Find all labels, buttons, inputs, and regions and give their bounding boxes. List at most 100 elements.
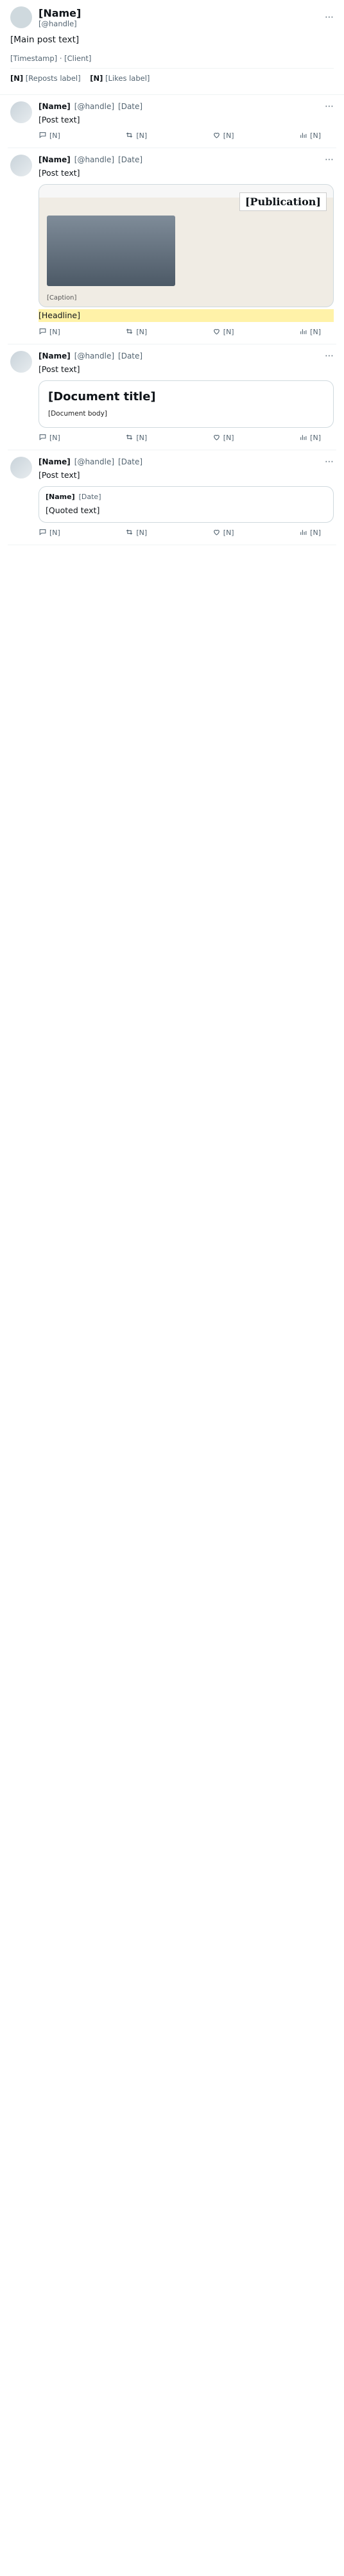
reply-meta: [Name] [@handle] [Date] ⋯ [39, 457, 334, 467]
post-date[interactable]: [Date] [118, 457, 142, 466]
like-label[interactable]: [Likes label] [105, 74, 150, 83]
reply-icon [39, 327, 47, 337]
reply-count: [N] [49, 131, 60, 140]
main-post-stats: [N] [Reposts label] [N] [Likes label] [10, 67, 334, 88]
main-post-header: [Name] [@handle] ⋯ [10, 6, 334, 28]
like-count: [N] [223, 328, 234, 337]
reply-body: [Name] [@handle] [Date] ⋯ [Post text] [Docume… [39, 351, 334, 443]
action-bar: [N] [N] [N] [N] [39, 528, 321, 538]
news-screenshot[interactable]: [Publication] [Caption] [39, 184, 334, 308]
document-image[interactable]: [Document title] [Document body] [39, 380, 334, 428]
views-button[interactable]: [N] [299, 327, 321, 337]
like-button[interactable]: [N] [212, 131, 234, 141]
repost-count[interactable]: [N] [10, 74, 23, 83]
like-button[interactable]: [N] [212, 433, 234, 443]
reply-count: [N] [49, 529, 60, 538]
reply-body: [Name] [@handle] [Date] ⋯ [Post text] [Public… [39, 155, 334, 337]
reply-button[interactable]: [N] [39, 528, 60, 538]
heart-icon [212, 528, 221, 538]
author-name[interactable]: [Name] [39, 457, 71, 466]
more-icon[interactable]: ⋯ [325, 101, 334, 112]
repost-icon [125, 433, 133, 443]
reply-count: [N] [49, 328, 60, 337]
author-handle[interactable]: [@handle] [39, 19, 81, 28]
author-handle[interactable]: [@handle] [74, 102, 114, 111]
repost-icon [125, 528, 133, 538]
repost-button[interactable]: [N] [125, 433, 147, 443]
reply-button[interactable]: [N] [39, 131, 60, 141]
action-bar: [N] [N] [N] [N] [39, 131, 321, 141]
author-handle[interactable]: [@handle] [74, 352, 114, 360]
repost-count: [N] [136, 529, 148, 538]
main-post[interactable]: [Name] [@handle] ⋯ [Main post text] [Tim… [0, 0, 344, 95]
repost-count: [N] [136, 131, 148, 140]
reply-post[interactable]: [Name] [@handle] [Date] ⋯ [Post text] [N] [N][… [8, 95, 336, 148]
views-icon [299, 131, 307, 141]
reply-post[interactable]: [Name] [@handle] [Date] ⋯ [Post text] [Name][… [8, 450, 336, 545]
document-title: [Document title] [48, 390, 156, 404]
reply-meta: [Name] [@handle] [Date] ⋯ [39, 155, 334, 165]
reply-text: [Post text] [39, 364, 80, 374]
avatar[interactable] [10, 101, 32, 123]
like-button[interactable]: [N] [212, 528, 234, 538]
author-name[interactable]: [Name] [39, 352, 71, 360]
more-icon[interactable]: ⋯ [325, 351, 334, 361]
news-photo [47, 216, 175, 287]
repost-count: [N] [136, 328, 148, 337]
news-caption: [Caption] [47, 294, 77, 302]
views-icon [299, 528, 307, 538]
repost-count: [N] [136, 434, 148, 443]
reply-post[interactable]: [Name] [@handle] [Date] ⋯ [Post text] [Docume… [8, 344, 336, 450]
repost-label[interactable]: [Reposts label] [26, 74, 81, 83]
avatar[interactable] [10, 456, 32, 479]
post-date[interactable]: [Date] [118, 352, 142, 360]
more-icon[interactable]: ⋯ [325, 457, 334, 467]
repost-button[interactable]: [N] [125, 131, 147, 141]
news-logo: [Publication] [239, 192, 327, 212]
post-date[interactable]: [Date] [118, 155, 142, 164]
views-button[interactable]: [N] [299, 528, 321, 538]
avatar[interactable] [10, 6, 32, 28]
reply-button[interactable]: [N] [39, 433, 60, 443]
author-name[interactable]: [Name] [39, 7, 81, 19]
reply-meta: [Name] [@handle] [Date] ⋯ [39, 351, 334, 361]
quoted-post[interactable]: [Name] [Date] [Quoted text] [39, 486, 334, 523]
author-handle[interactable]: [@handle] [74, 155, 114, 164]
avatar[interactable] [10, 154, 32, 176]
views-count: [N] [310, 529, 321, 538]
views-count: [N] [310, 131, 321, 140]
action-bar: [N] [N] [N] [N] [39, 433, 321, 443]
repost-button[interactable]: [N] [125, 528, 147, 538]
like-count[interactable]: [N] [90, 74, 103, 83]
quoted-author: [Name] [46, 492, 75, 501]
views-button[interactable]: [N] [299, 433, 321, 443]
author-handle[interactable]: [@handle] [74, 457, 114, 466]
reply-button[interactable]: [N] [39, 327, 60, 337]
heart-icon [212, 327, 221, 337]
views-icon [299, 433, 307, 443]
avatar[interactable] [10, 350, 32, 373]
post-date[interactable]: [Date] [118, 102, 142, 111]
more-icon[interactable]: ⋯ [325, 12, 334, 22]
action-bar: [N] [N] [N] [N] [39, 327, 321, 337]
like-button[interactable]: [N] [212, 327, 234, 337]
main-post-text: [Main post text] [10, 35, 80, 45]
news-headline: [Headline] [39, 309, 334, 322]
like-count: [N] [223, 529, 234, 538]
reply-meta: [Name] [@handle] [Date] ⋯ [39, 101, 334, 112]
reply-icon [39, 528, 47, 538]
reply-text: [Post text] [39, 470, 80, 480]
page: [Name] [@handle] ⋯ [Main post text] [Tim… [0, 0, 344, 2576]
repost-button[interactable]: [N] [125, 327, 147, 337]
like-count: [N] [223, 131, 234, 140]
reply-icon [39, 131, 47, 141]
author-name[interactable]: [Name] [39, 155, 71, 164]
views-count: [N] [310, 434, 321, 443]
views-button[interactable]: [N] [299, 131, 321, 141]
reply-post[interactable]: [Name] [@handle] [Date] ⋯ [Post text] [Public… [8, 148, 336, 344]
author-name[interactable]: [Name] [39, 102, 71, 111]
more-icon[interactable]: ⋯ [325, 155, 334, 165]
reply-body: [Name] [@handle] [Date] ⋯ [Post text] [Name][… [39, 457, 334, 538]
main-post-timestamp[interactable]: [Timestamp] · [Client] [10, 54, 334, 63]
reply-body: [Name] [@handle] [Date] ⋯ [Post text] [N] [N][… [39, 101, 334, 141]
